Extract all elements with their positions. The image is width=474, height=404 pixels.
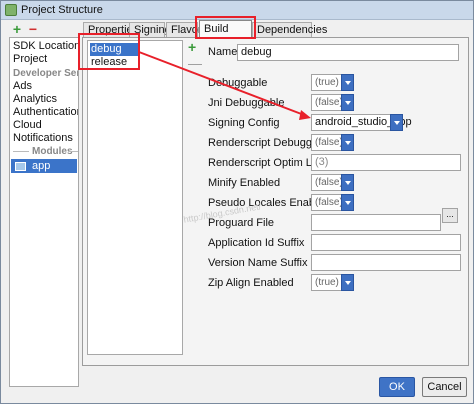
- debuggable-dropdown[interactable]: (true): [311, 74, 354, 91]
- tab-build-types[interactable]: Build Types: [199, 20, 252, 52]
- sidebar-item-project[interactable]: Project: [13, 53, 47, 66]
- jni-debuggable-label: Jni Debuggable: [208, 97, 285, 109]
- cancel-button[interactable]: Cancel: [422, 377, 467, 397]
- sidebar-item-authentication[interactable]: Authentication: [13, 106, 78, 119]
- sidebar: SDK Location Project Developer Servic Ad…: [9, 37, 79, 387]
- window-title: Project Structure: [21, 4, 103, 16]
- zip-align-enabled-label: Zip Align Enabled: [208, 277, 294, 289]
- sidebar-item-app-label: app: [32, 160, 51, 172]
- name-label: Name:: [208, 46, 241, 58]
- chevron-down-icon[interactable]: [390, 114, 403, 131]
- divider: [13, 151, 29, 152]
- minify-enabled-dropdown[interactable]: (false): [311, 174, 354, 191]
- nav-toolbar: + −: [9, 22, 79, 37]
- app-icon: [5, 4, 17, 16]
- modules-section: Modules: [32, 146, 73, 157]
- chevron-down-icon[interactable]: [341, 134, 354, 151]
- proguard-file-field[interactable]: [311, 214, 441, 231]
- properties-form: Name: debug Debuggable (true) Jni Debugg…: [205, 40, 465, 358]
- list-item-debug[interactable]: debug: [90, 43, 140, 56]
- chevron-down-icon[interactable]: [341, 94, 354, 111]
- version-name-suffix-label: Version Name Suffix: [208, 257, 308, 269]
- application-id-suffix-field[interactable]: [311, 234, 461, 251]
- renderscript-debuggable-value: (false): [315, 137, 343, 148]
- debuggable-label: Debuggable: [208, 77, 268, 89]
- tab-dependencies[interactable]: Dependencies: [252, 22, 327, 37]
- list-item-release[interactable]: release: [90, 56, 140, 69]
- build-types-list: debug release: [87, 40, 183, 355]
- divider: [68, 151, 78, 152]
- application-id-suffix-label: Application Id Suffix: [208, 237, 305, 249]
- title-bar: Project Structure: [1, 1, 473, 20]
- jni-debuggable-dropdown[interactable]: (false): [311, 94, 354, 111]
- pseudo-locales-enabled-dropdown[interactable]: (false): [311, 194, 354, 211]
- signing-config-label: Signing Config: [208, 117, 280, 129]
- remove-icon[interactable]: −: [27, 22, 39, 36]
- jni-debuggable-value: (false): [315, 97, 343, 108]
- chevron-down-icon[interactable]: [341, 274, 354, 291]
- ok-button[interactable]: OK: [379, 377, 415, 397]
- signing-config-dropdown[interactable]: android_studio_app: [311, 114, 412, 131]
- renderscript-debuggable-dropdown[interactable]: (false): [311, 134, 354, 151]
- project-structure-window: Project Structure + − SDK Location Proje…: [0, 0, 474, 404]
- tab-flavors[interactable]: Flavors: [166, 22, 207, 37]
- version-name-suffix-field[interactable]: [311, 254, 461, 271]
- minify-enabled-value: (false): [315, 177, 343, 188]
- sidebar-item-notifications[interactable]: Notifications: [13, 132, 73, 145]
- zip-align-enabled-value: (true): [315, 277, 339, 288]
- chevron-down-icon[interactable]: [341, 194, 354, 211]
- tab-signing[interactable]: Signing: [129, 22, 171, 37]
- sidebar-item-ads[interactable]: Ads: [13, 80, 32, 93]
- minify-enabled-label: Minify Enabled: [208, 177, 281, 189]
- chevron-down-icon[interactable]: [341, 74, 354, 91]
- sidebar-item-sdk-location[interactable]: SDK Location: [13, 40, 78, 53]
- sidebar-item-analytics[interactable]: Analytics: [13, 93, 57, 106]
- zip-align-enabled-dropdown[interactable]: (true): [311, 274, 354, 291]
- name-field[interactable]: debug: [237, 44, 459, 61]
- debuggable-value: (true): [315, 77, 339, 88]
- pseudo-locales-enabled-value: (false): [315, 197, 343, 208]
- sidebar-item-cloud[interactable]: Cloud: [13, 119, 42, 132]
- developer-services-section: Developer Servic: [13, 68, 79, 79]
- add-icon[interactable]: +: [11, 22, 23, 36]
- module-icon: [15, 162, 26, 171]
- add-build-type-icon[interactable]: +: [188, 39, 196, 55]
- renderscript-optim-level-field[interactable]: (3): [311, 154, 461, 171]
- remove-build-type-icon[interactable]: —: [188, 55, 202, 71]
- browse-button[interactable]: ...: [442, 208, 458, 223]
- chevron-down-icon[interactable]: [341, 174, 354, 191]
